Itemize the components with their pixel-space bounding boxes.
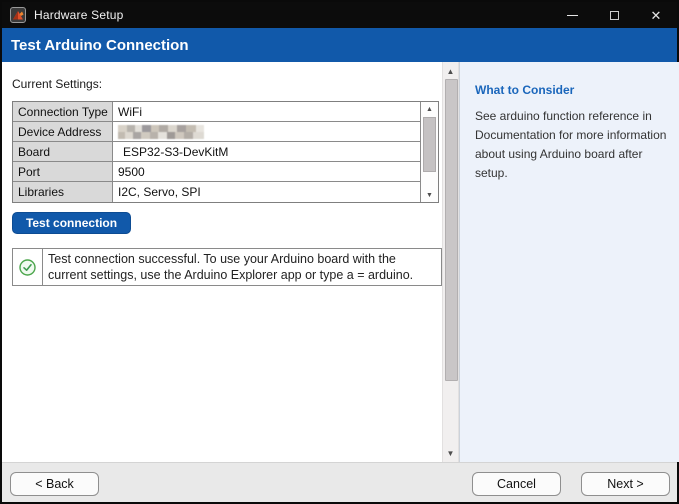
hardware-setup-window: Hardware Setup ✕ Test Arduino Connection… [0,0,679,504]
cancel-button[interactable]: Cancel [472,472,561,496]
settings-table-grid: Connection Type WiFi Device Address Boar… [13,102,421,202]
table-row-board: Board ESP32-S3-DevKitM [13,142,421,162]
row-value[interactable]: WiFi [113,102,421,121]
table-row-device-address: Device Address [13,122,421,142]
sidebar-heading: What to Consider [475,83,575,97]
matlab-icon [10,7,26,23]
table-row-port: Port 9500 [13,162,421,182]
status-icon-cell [13,249,43,285]
window-title: Hardware Setup [34,8,124,22]
maximize-icon [609,10,619,20]
test-connection-button[interactable]: Test connection [12,212,131,234]
row-value[interactable]: 9500 [113,162,421,181]
table-scrollbar-thumb[interactable] [423,117,436,172]
status-message: Test connection successful. To use your … [48,252,414,282]
row-label: Board [13,142,113,161]
settings-table: Connection Type WiFi Device Address Boar… [12,101,439,203]
row-label: Device Address [13,122,113,141]
maximize-button[interactable] [593,2,635,28]
table-row-libraries: Libraries I2C, Servo, SPI [13,182,421,202]
scroll-up-icon[interactable]: ▲ [443,64,458,78]
row-value[interactable]: ESP32-S3-DevKitM [113,142,421,161]
scroll-down-icon[interactable]: ▼ [443,446,458,460]
scroll-up-icon[interactable]: ▲ [421,103,438,115]
minimize-icon [566,14,578,16]
body: Current Settings: Connection Type WiFi D… [2,62,679,462]
sidebar-text: See arduino function reference in Docume… [475,109,667,180]
footer-bar: < Back Cancel Next > [2,462,677,502]
main-scrollbar-thumb[interactable] [445,79,458,381]
close-icon: ✕ [650,7,662,23]
table-scrollbar[interactable]: ▲ ▼ [421,102,438,202]
close-button[interactable]: ✕ [635,2,677,28]
scroll-down-icon[interactable]: ▼ [421,189,438,201]
main-scrollbar[interactable]: ▲ ▼ [442,62,459,462]
main-panel: Current Settings: Connection Type WiFi D… [2,62,442,462]
minimize-button[interactable] [551,2,593,28]
next-button[interactable]: Next > [581,472,670,496]
row-label: Connection Type [13,102,113,121]
back-button[interactable]: < Back [10,472,99,496]
page-title: Test Arduino Connection [11,36,189,54]
title-bar: Hardware Setup ✕ [2,2,677,28]
row-label: Libraries [13,182,113,202]
row-label: Port [13,162,113,181]
connection-status-box: Test connection successful. To use your … [12,248,442,286]
table-row-connection-type: Connection Type WiFi [13,102,421,122]
success-check-icon [19,258,36,276]
what-to-consider-sidebar: What to Consider See arduino function re… [459,62,679,462]
current-settings-label: Current Settings: [12,77,103,91]
row-value[interactable]: I2C, Servo, SPI [113,182,421,202]
page-header: Test Arduino Connection [2,28,677,62]
row-value[interactable] [113,122,421,141]
window-controls: ✕ [551,2,677,28]
device-address-redacted-value [118,125,204,139]
